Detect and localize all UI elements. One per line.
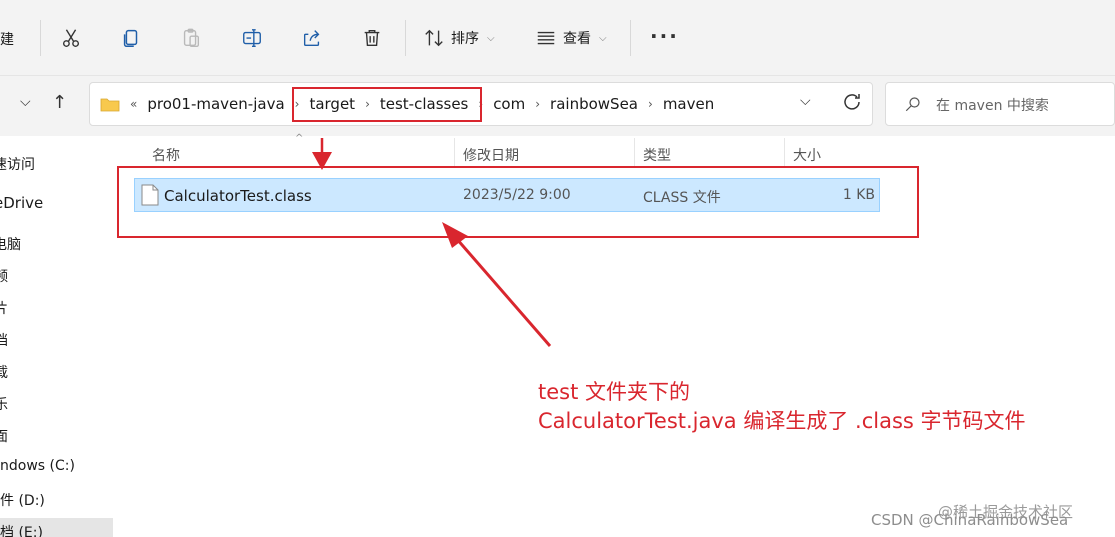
nav-item-onedrive[interactable]: eDrive	[0, 194, 113, 212]
sort-label: 排序	[451, 31, 479, 47]
folder-icon	[100, 96, 120, 112]
rename-button[interactable]	[236, 22, 268, 54]
rename-icon	[243, 29, 261, 47]
crumb-pro01-maven-java[interactable]: pro01-maven-java	[147, 95, 284, 113]
sort-menu-button[interactable]: 排序 ⌵	[423, 22, 495, 54]
view-list-icon	[537, 31, 555, 45]
column-header-type[interactable]: 类型	[643, 145, 671, 165]
sort-icon	[425, 29, 443, 47]
sort-ascending-icon: ^	[295, 133, 304, 144]
search-icon	[905, 97, 920, 112]
nav-item-music[interactable]: 乐	[0, 394, 113, 414]
nav-item-documents[interactable]: 档	[0, 330, 113, 350]
up-arrow-icon[interactable]: ↑	[52, 92, 67, 113]
highlight-box-file-row	[117, 166, 919, 238]
nav-item-quick-access[interactable]: 速访问	[0, 154, 113, 174]
chevron-down-icon: ⌵	[487, 32, 495, 44]
delete-icon	[364, 29, 380, 47]
paste-icon	[183, 28, 200, 47]
chevron-down-icon: ⌵	[599, 32, 607, 44]
command-bar: 建 排序 ⌵ 查看 ⌵ ···	[0, 0, 1115, 76]
column-header-name[interactable]: 名称	[152, 145, 180, 165]
nav-item-pictures[interactable]: 片	[0, 298, 113, 318]
new-button-clipped[interactable]: 建	[0, 29, 14, 49]
column-header-modified[interactable]: 修改日期	[463, 145, 519, 165]
toolbar-divider	[40, 20, 41, 56]
crumb-com[interactable]: com	[493, 95, 525, 113]
crumb-overflow[interactable]: «	[130, 97, 137, 111]
view-menu-button[interactable]: 查看 ⌵	[535, 22, 607, 54]
delete-button[interactable]	[356, 22, 388, 54]
chevron-right-icon[interactable]: ›	[535, 97, 540, 111]
nav-item-videos[interactable]: 频	[0, 266, 113, 286]
nav-item-drive-c[interactable]: ndows (C:)	[0, 458, 113, 474]
nav-item-this-pc[interactable]: 电脑	[0, 234, 113, 254]
annotation-text-line1: test 文件夹下的	[538, 380, 691, 404]
toolbar-divider	[630, 20, 631, 56]
recent-locations-chevron-icon[interactable]: ⌵	[20, 94, 31, 110]
nav-item-desktop[interactable]: 面	[0, 426, 113, 446]
arrow-up-to-file	[442, 222, 552, 347]
watermark-author: CSDN @ChinaRainbowSea	[871, 511, 1069, 529]
nav-item-downloads[interactable]: 载	[0, 362, 113, 382]
navigation-pane: 速访问 eDrive 电脑 频 片 档 载 乐 面 ndows (C:) 件 (…	[0, 136, 113, 537]
address-history-chevron-icon[interactable]: ⌵	[800, 93, 811, 109]
column-divider[interactable]	[784, 138, 785, 166]
copy-icon	[123, 29, 138, 47]
copy-button[interactable]	[115, 22, 147, 54]
paste-button[interactable]	[175, 22, 207, 54]
search-box[interactable]: 在 maven 中搜索	[885, 82, 1115, 126]
cut-icon	[62, 29, 80, 47]
annotation-text-line2: CalculatorTest.java 编译生成了 .class 字节码文件	[538, 409, 1026, 433]
highlight-box-target-test-classes	[292, 87, 482, 122]
more-options-button[interactable]: ···	[650, 24, 679, 48]
nav-item-drive-d[interactable]: 件 (D:)	[0, 490, 113, 510]
cut-button[interactable]	[55, 22, 87, 54]
crumb-rainbowsea[interactable]: rainbowSea	[550, 95, 638, 113]
share-button[interactable]	[296, 22, 328, 54]
chevron-right-icon[interactable]: ›	[648, 97, 653, 111]
toolbar-divider	[405, 20, 406, 56]
view-label: 查看	[563, 31, 591, 47]
column-header-size[interactable]: 大小	[793, 145, 821, 165]
share-icon	[303, 30, 320, 47]
column-divider[interactable]	[454, 138, 455, 166]
refresh-icon[interactable]	[840, 90, 864, 114]
search-placeholder: 在 maven 中搜索	[936, 98, 1049, 114]
crumb-maven[interactable]: maven	[663, 95, 714, 113]
nav-item-drive-e[interactable]: 档 (E:)	[0, 518, 113, 537]
column-divider[interactable]	[634, 138, 635, 166]
